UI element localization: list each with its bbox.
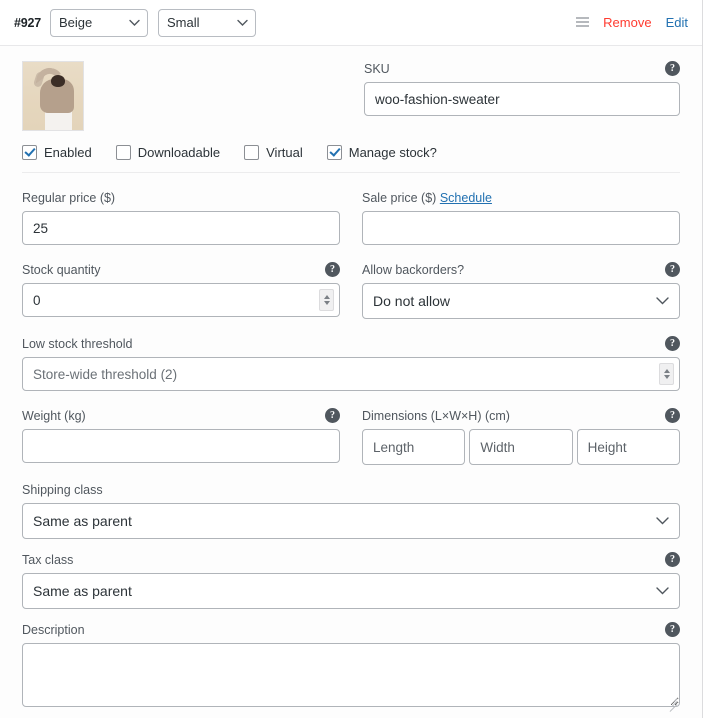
header-actions: Remove Edit — [576, 15, 688, 30]
checkbox-downloadable-box[interactable] — [116, 145, 131, 160]
dimensions-field: Dimensions (L×W×H) (cm) ? — [362, 408, 680, 465]
dimensions-label-line: Dimensions (L×W×H) (cm) ? — [362, 408, 680, 424]
backorders-select[interactable]: Do not allow — [362, 283, 680, 319]
tax-class-select-wrap: Same as parent — [22, 573, 680, 609]
description-label: Description — [22, 622, 680, 638]
stock-quantity-field: Stock quantity ? — [22, 262, 340, 319]
attribute-size-select-wrap: Small — [158, 9, 256, 37]
low-stock-threshold-label: Low stock threshold — [22, 336, 680, 352]
variation-panel: #927 Beige Small Remove Edit — [0, 0, 703, 718]
attribute-color-select[interactable]: Beige — [50, 9, 148, 37]
sale-price-field: Sale price ($) Schedule — [362, 190, 680, 245]
sku-label-line: SKU ? — [364, 61, 680, 77]
weight-input[interactable] — [22, 429, 340, 463]
help-icon[interactable]: ? — [665, 622, 680, 637]
shipping-measurements-row: Weight (kg) ? Dimensions (L×W×H) (cm) ? — [22, 391, 680, 465]
regular-price-label: Regular price ($) — [22, 190, 340, 206]
drag-handle-icon[interactable] — [576, 17, 589, 28]
weight-field: Weight (kg) ? — [22, 408, 340, 465]
inventory-row: Stock quantity ? Allow backorders? ? — [22, 245, 680, 319]
sku-input[interactable] — [364, 82, 680, 116]
dimensions-inputs — [362, 429, 680, 465]
spinner-up-arrow[interactable] — [324, 295, 330, 299]
description-textarea[interactable] — [22, 643, 680, 707]
shipping-class-label: Shipping class — [22, 482, 680, 498]
checkbox-manage-stock[interactable]: Manage stock? — [327, 145, 437, 160]
help-icon[interactable]: ? — [665, 61, 680, 76]
checkbox-virtual-box[interactable] — [244, 145, 259, 160]
checkbox-manage-stock-box[interactable] — [327, 145, 342, 160]
weight-label-line: Weight (kg) ? — [22, 408, 340, 424]
stock-quantity-input[interactable] — [22, 283, 340, 317]
shipping-class-field: Shipping class Same as parent — [22, 465, 680, 539]
help-icon[interactable]: ? — [665, 552, 680, 567]
regular-price-field: Regular price ($) — [22, 190, 340, 245]
low-stock-threshold-input[interactable] — [22, 357, 680, 391]
backorders-select-wrap: Do not allow — [362, 283, 680, 319]
thumbnail-sku-row: SKU ? — [22, 46, 680, 131]
spinner-down-arrow[interactable] — [664, 375, 670, 379]
spinner-up-arrow[interactable] — [664, 369, 670, 373]
pricing-row: Regular price ($) Sale price ($) Schedul… — [22, 173, 680, 245]
sku-label: SKU — [364, 61, 680, 77]
checkbox-virtual-label: Virtual — [266, 145, 303, 160]
help-icon[interactable]: ? — [665, 336, 680, 351]
backorders-label: Allow backorders? — [362, 262, 680, 278]
variation-options-checkbox-row: Enabled Downloadable Virtual Manage stoc… — [22, 131, 680, 173]
number-spinner-icon[interactable] — [319, 289, 334, 311]
sale-price-label: Sale price ($) — [362, 191, 436, 205]
edit-variation-link[interactable]: Edit — [666, 15, 688, 30]
thumbnail-head-shape — [51, 75, 65, 87]
dimension-width-input[interactable] — [469, 429, 572, 465]
variation-id: #927 — [14, 16, 41, 30]
help-icon[interactable]: ? — [325, 408, 340, 423]
sale-price-label-line: Sale price ($) Schedule — [362, 190, 680, 206]
checkbox-virtual[interactable]: Virtual — [244, 145, 303, 160]
help-icon[interactable]: ? — [665, 408, 680, 423]
tax-class-label-line: Tax class ? — [22, 552, 680, 568]
variation-image-thumbnail[interactable] — [22, 61, 84, 131]
checkbox-downloadable[interactable]: Downloadable — [116, 145, 220, 160]
variation-body: SKU ? Enabled Downloadable Virtual — [0, 46, 702, 710]
help-icon[interactable]: ? — [665, 262, 680, 277]
sale-price-input[interactable] — [362, 211, 680, 245]
low-stock-threshold-label-line: Low stock threshold ? — [22, 336, 680, 352]
dimension-height-input[interactable] — [577, 429, 680, 465]
attribute-size-select[interactable]: Small — [158, 9, 256, 37]
weight-label: Weight (kg) — [22, 408, 340, 424]
schedule-sale-link[interactable]: Schedule — [440, 191, 492, 205]
dimensions-label: Dimensions (L×W×H) (cm) — [362, 408, 680, 424]
thumbnail-column — [22, 61, 342, 131]
checkbox-enabled-label: Enabled — [44, 145, 92, 160]
description-field: Description ? — [22, 609, 680, 710]
sku-column: SKU ? — [364, 61, 680, 131]
backorders-field: Allow backorders? ? Do not allow — [362, 262, 680, 319]
stock-quantity-label: Stock quantity — [22, 262, 340, 278]
tax-class-select[interactable]: Same as parent — [22, 573, 680, 609]
low-stock-threshold-field: Low stock threshold ? — [22, 319, 680, 391]
checkbox-enabled-box[interactable] — [22, 145, 37, 160]
remove-variation-link[interactable]: Remove — [603, 15, 651, 30]
checkbox-enabled[interactable]: Enabled — [22, 145, 92, 160]
shipping-class-select-wrap: Same as parent — [22, 503, 680, 539]
tax-class-label: Tax class — [22, 552, 680, 568]
attribute-color-select-wrap: Beige — [50, 9, 148, 37]
backorders-label-line: Allow backorders? ? — [362, 262, 680, 278]
spinner-down-arrow[interactable] — [324, 301, 330, 305]
stock-quantity-label-line: Stock quantity ? — [22, 262, 340, 278]
variation-header: #927 Beige Small Remove Edit — [0, 0, 702, 46]
dimension-length-input[interactable] — [362, 429, 465, 465]
low-stock-threshold-input-wrap — [22, 357, 680, 391]
number-spinner-icon[interactable] — [659, 363, 674, 385]
tax-class-field: Tax class ? Same as parent — [22, 539, 680, 609]
description-label-line: Description ? — [22, 622, 680, 638]
help-icon[interactable]: ? — [325, 262, 340, 277]
shipping-class-select[interactable]: Same as parent — [22, 503, 680, 539]
regular-price-input[interactable] — [22, 211, 340, 245]
stock-quantity-input-wrap — [22, 283, 340, 317]
checkbox-manage-stock-label: Manage stock? — [349, 145, 437, 160]
description-textarea-wrap — [22, 643, 680, 710]
checkbox-downloadable-label: Downloadable — [138, 145, 220, 160]
